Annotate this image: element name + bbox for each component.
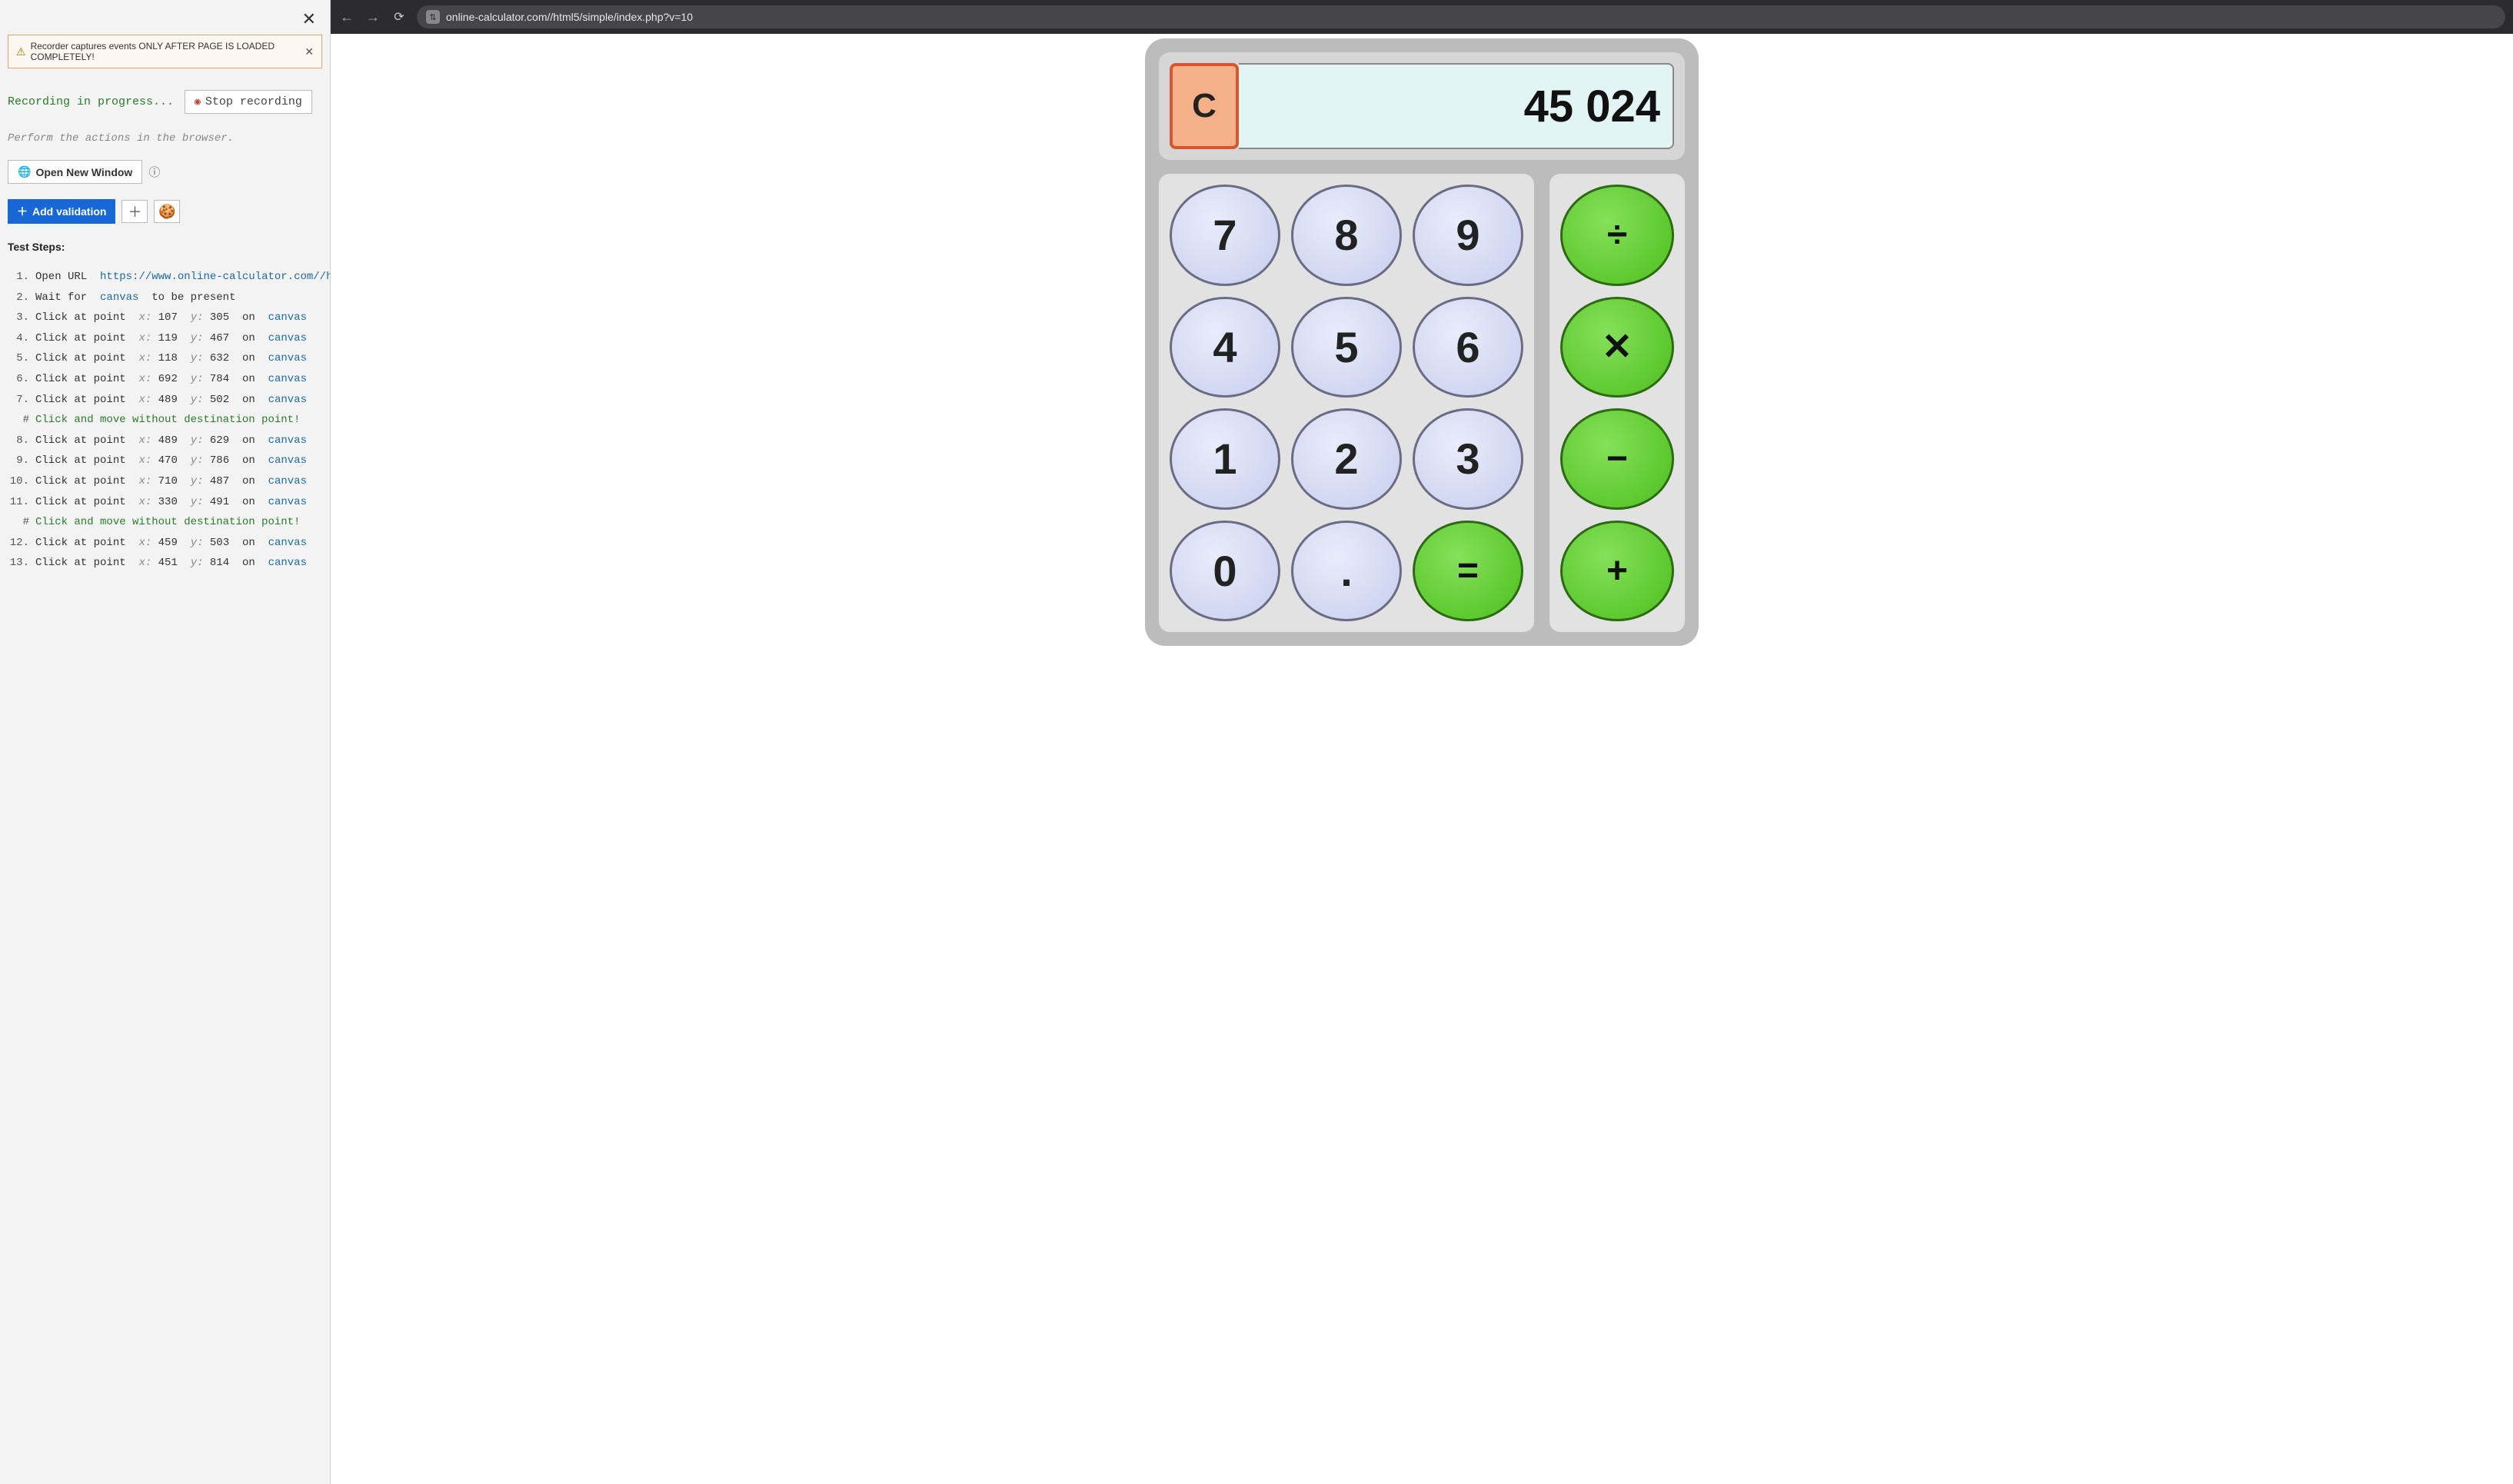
digit-2-button[interactable]: 2: [1291, 408, 1402, 510]
add-button[interactable]: +: [1560, 521, 1674, 622]
number-pad: 789 456 123 0.=: [1159, 174, 1534, 632]
add-validation-label: Add validation: [32, 205, 106, 218]
close-icon[interactable]: ✕: [302, 9, 316, 29]
warning-text: Recorder captures events ONLY AFTER PAGE…: [31, 41, 301, 62]
digit-5-button[interactable]: 5: [1291, 297, 1402, 398]
globe-icon: 🌐: [18, 165, 31, 178]
browser-toolbar: ← → ⟳ ⇅ online-calculator.com//html5/sim…: [331, 0, 2513, 34]
add-step-button[interactable]: ＋: [121, 200, 148, 223]
record-icon: ◉: [195, 96, 201, 108]
test-step[interactable]: 13.Click at point x: 451 y: 814 on canva…: [8, 553, 322, 574]
test-step[interactable]: 11.Click at point x: 330 y: 491 on canva…: [8, 492, 322, 513]
digit-8-button[interactable]: 8: [1291, 185, 1402, 286]
digit-9-button[interactable]: 9: [1413, 185, 1523, 286]
test-step[interactable]: 2.Wait for canvas to be present: [8, 288, 322, 308]
test-step[interactable]: 10.Click at point x: 710 y: 487 on canva…: [8, 471, 322, 492]
page-content: C 45 024 789 456 123 0.= ÷ ✕− +: [331, 34, 2513, 1484]
display-frame: C 45 024: [1159, 52, 1685, 160]
decimal-button[interactable]: .: [1291, 521, 1402, 622]
test-steps-list: 1.Open URL https://www.online-calculator…: [8, 267, 322, 574]
info-icon[interactable]: ⓘ: [148, 164, 160, 180]
stop-recording-button[interactable]: ◉ Stop recording: [185, 90, 312, 114]
recording-status: Recording in progress...: [8, 95, 174, 108]
back-button[interactable]: ←: [338, 9, 355, 25]
test-steps-heading: Test Steps:: [8, 241, 322, 253]
equals-button[interactable]: =: [1413, 521, 1523, 622]
multiply-button[interactable]: ✕: [1560, 297, 1674, 398]
site-info-icon[interactable]: ⇅: [426, 10, 440, 24]
digit-4-button[interactable]: 4: [1170, 297, 1280, 398]
clear-button[interactable]: C: [1170, 63, 1239, 149]
test-step[interactable]: 7.Click at point x: 489 y: 502 on canvas: [8, 390, 322, 411]
test-step[interactable]: #Click and move without destination poin…: [8, 512, 322, 533]
test-step[interactable]: #Click and move without destination poin…: [8, 410, 322, 431]
open-new-window-button[interactable]: 🌐 Open New Window: [8, 160, 142, 184]
test-step[interactable]: 6.Click at point x: 692 y: 784 on canvas: [8, 369, 322, 390]
banner-close-icon[interactable]: ✕: [305, 45, 314, 58]
digit-7-button[interactable]: 7: [1170, 185, 1280, 286]
warning-banner: ⚠ Recorder captures events ONLY AFTER PA…: [8, 35, 322, 68]
url-bar[interactable]: ⇅ online-calculator.com//html5/simple/in…: [417, 5, 2505, 28]
stop-recording-label: Stop recording: [205, 95, 302, 108]
forward-button[interactable]: →: [364, 9, 381, 25]
divide-button[interactable]: ÷: [1560, 185, 1674, 286]
calculator-display: 45 024: [1239, 63, 1674, 149]
digit-6-button[interactable]: 6: [1413, 297, 1523, 398]
test-step[interactable]: 12.Click at point x: 459 y: 503 on canva…: [8, 533, 322, 554]
test-step[interactable]: 8.Click at point x: 489 y: 629 on canvas: [8, 431, 322, 451]
browser-window: ← → ⟳ ⇅ online-calculator.com//html5/sim…: [331, 0, 2513, 1484]
cookie-button[interactable]: 🍪: [154, 200, 180, 223]
test-step[interactable]: 9.Click at point x: 470 y: 786 on canvas: [8, 451, 322, 471]
test-step[interactable]: 3.Click at point x: 107 y: 305 on canvas: [8, 308, 322, 328]
test-step[interactable]: 4.Click at point x: 119 y: 467 on canvas: [8, 328, 322, 349]
digit-1-button[interactable]: 1: [1170, 408, 1280, 510]
digit-3-button[interactable]: 3: [1413, 408, 1523, 510]
digit-0-button[interactable]: 0: [1170, 521, 1280, 622]
open-window-label: Open New Window: [35, 166, 132, 178]
calculator: C 45 024 789 456 123 0.= ÷ ✕− +: [1145, 38, 1699, 646]
operator-pad: ÷ ✕− +: [1549, 174, 1685, 632]
add-validation-button[interactable]: ＋ Add validation: [8, 199, 115, 224]
instruction-text: Perform the actions in the browser.: [8, 132, 322, 145]
warning-icon: ⚠: [16, 45, 26, 58]
reload-button[interactable]: ⟳: [391, 9, 408, 25]
subtract-button[interactable]: −: [1560, 408, 1674, 510]
test-step[interactable]: 1.Open URL https://www.online-calculator…: [8, 267, 322, 288]
recorder-panel: ✕ ⚠ Recorder captures events ONLY AFTER …: [0, 0, 331, 1484]
plus-icon: ＋: [17, 204, 28, 219]
url-text: online-calculator.com//html5/simple/inde…: [446, 11, 693, 23]
test-step[interactable]: 5.Click at point x: 118 y: 632 on canvas: [8, 348, 322, 369]
